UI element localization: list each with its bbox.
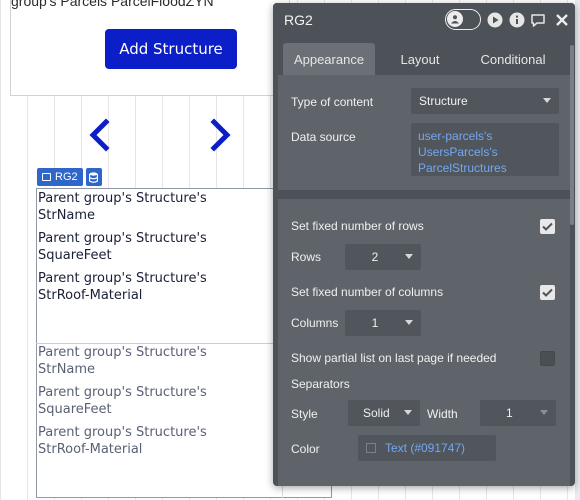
partial-list-label: Show partial list on last page if needed <box>291 351 497 365</box>
data-source-expression[interactable]: user-parcels's UsersParcels's ParcelStru… <box>411 123 559 176</box>
color-label: Color <box>291 442 320 456</box>
property-editor-panel: RG2 Appearance Layout Conditional Type o… <box>273 3 575 486</box>
fixed-rows-checkbox[interactable] <box>540 219 555 234</box>
chevron-down-icon <box>405 254 413 259</box>
check-icon <box>542 222 553 231</box>
play-icon[interactable] <box>487 12 503 28</box>
columns-value: 1 <box>371 316 379 330</box>
rg2-badge-label: RG2 <box>55 171 78 183</box>
fixed-columns-label: Set fixed number of columns <box>291 285 444 299</box>
type-of-content-value: Structure <box>419 94 468 108</box>
color-value[interactable]: Text (#091747) <box>385 441 465 455</box>
color-picker[interactable]: Text (#091747) <box>358 435 496 461</box>
roof-material-text[interactable]: Parent group's Structure's StrRoof-Materi… <box>38 271 278 304</box>
fixed-columns-checkbox[interactable] <box>540 285 555 300</box>
check-icon <box>542 288 553 297</box>
square-feet-text[interactable]: Parent group's Structure's SquareFeet <box>38 231 278 264</box>
style-value: Solid <box>363 406 390 420</box>
add-structure-button[interactable]: Add Structure <box>105 29 237 69</box>
close-icon[interactable] <box>554 12 570 28</box>
data-source-line[interactable]: ParcelStructures <box>418 160 552 176</box>
parcel-group[interactable]: group's Parcels ParcelFloodZYN Add Struc… <box>10 0 290 96</box>
data-source-line[interactable]: UsersParcels's <box>418 144 552 160</box>
tab-conditional[interactable]: Conditional <box>473 43 553 75</box>
str-name-text[interactable]: Parent group's Structure's StrName <box>38 191 278 224</box>
style-dropdown[interactable]: Solid <box>348 400 420 426</box>
comment-icon[interactable] <box>530 12 546 28</box>
type-of-content-label: Type of content <box>291 95 374 109</box>
roof-material-text: Parent group's Structure's StrRoof-Materi… <box>38 425 207 457</box>
repeating-group-icon <box>42 173 51 181</box>
chevron-down-icon <box>543 98 551 103</box>
str-name-text: Parent group's Structure's StrName <box>38 345 207 377</box>
type-of-content-dropdown[interactable]: Structure <box>411 88 559 114</box>
color-swatch[interactable] <box>366 443 376 453</box>
rows-label: Rows <box>291 250 322 264</box>
canvas-right-edge <box>575 0 580 500</box>
chevron-down-icon <box>540 410 548 415</box>
chevron-down-icon <box>404 410 412 415</box>
partial-list-checkbox[interactable] <box>540 351 555 366</box>
user-toggle-icon <box>447 11 463 27</box>
rg-cell-2: Parent group's Structure's StrName Parent… <box>38 345 278 465</box>
columns-dropdown[interactable]: 1 <box>345 310 421 336</box>
data-source-line[interactable]: user-parcels's <box>418 128 552 144</box>
rg2-tag[interactable]: RG2 <box>37 168 102 186</box>
style-label: Style <box>291 407 318 421</box>
chevron-left-icon[interactable] <box>86 118 112 152</box>
content-section: Type of content Structure Data source us… <box>278 75 570 190</box>
layout-options-section: Set fixed number of rows Rows 2 Set fixe… <box>278 199 570 486</box>
tab-layout[interactable]: Layout <box>385 43 455 75</box>
panel-tabs: Appearance Layout Conditional <box>273 43 575 75</box>
panel-header[interactable]: RG2 <box>273 3 575 39</box>
square-feet-text: Parent group's Structure's SquareFeet <box>38 385 207 417</box>
tab-appearance[interactable]: Appearance <box>283 43 375 75</box>
columns-label: Columns <box>291 316 339 330</box>
rows-value: 2 <box>371 250 379 264</box>
fixed-rows-label: Set fixed number of rows <box>291 219 424 233</box>
parcel-group-text[interactable]: group's Parcels ParcelFloodZYN <box>11 0 214 9</box>
panel-title: RG2 <box>284 12 313 28</box>
separators-label: Separators <box>291 377 350 391</box>
user-toggle[interactable] <box>445 9 481 30</box>
width-value: 1 <box>506 406 513 420</box>
database-icon[interactable] <box>85 168 102 186</box>
rg-cell-1[interactable]: Parent group's Structure's StrName Parent… <box>38 191 278 311</box>
chevron-down-icon <box>405 320 413 325</box>
rows-dropdown[interactable]: 2 <box>345 244 421 270</box>
width-dropdown[interactable]: 1 <box>480 400 556 426</box>
data-source-label: Data source <box>291 130 356 144</box>
width-label: Width <box>427 407 458 421</box>
chevron-right-icon[interactable] <box>208 118 234 152</box>
panel-scrollbar[interactable] <box>570 45 574 225</box>
rg2-badge[interactable]: RG2 <box>37 168 83 186</box>
info-icon[interactable] <box>509 12 525 28</box>
